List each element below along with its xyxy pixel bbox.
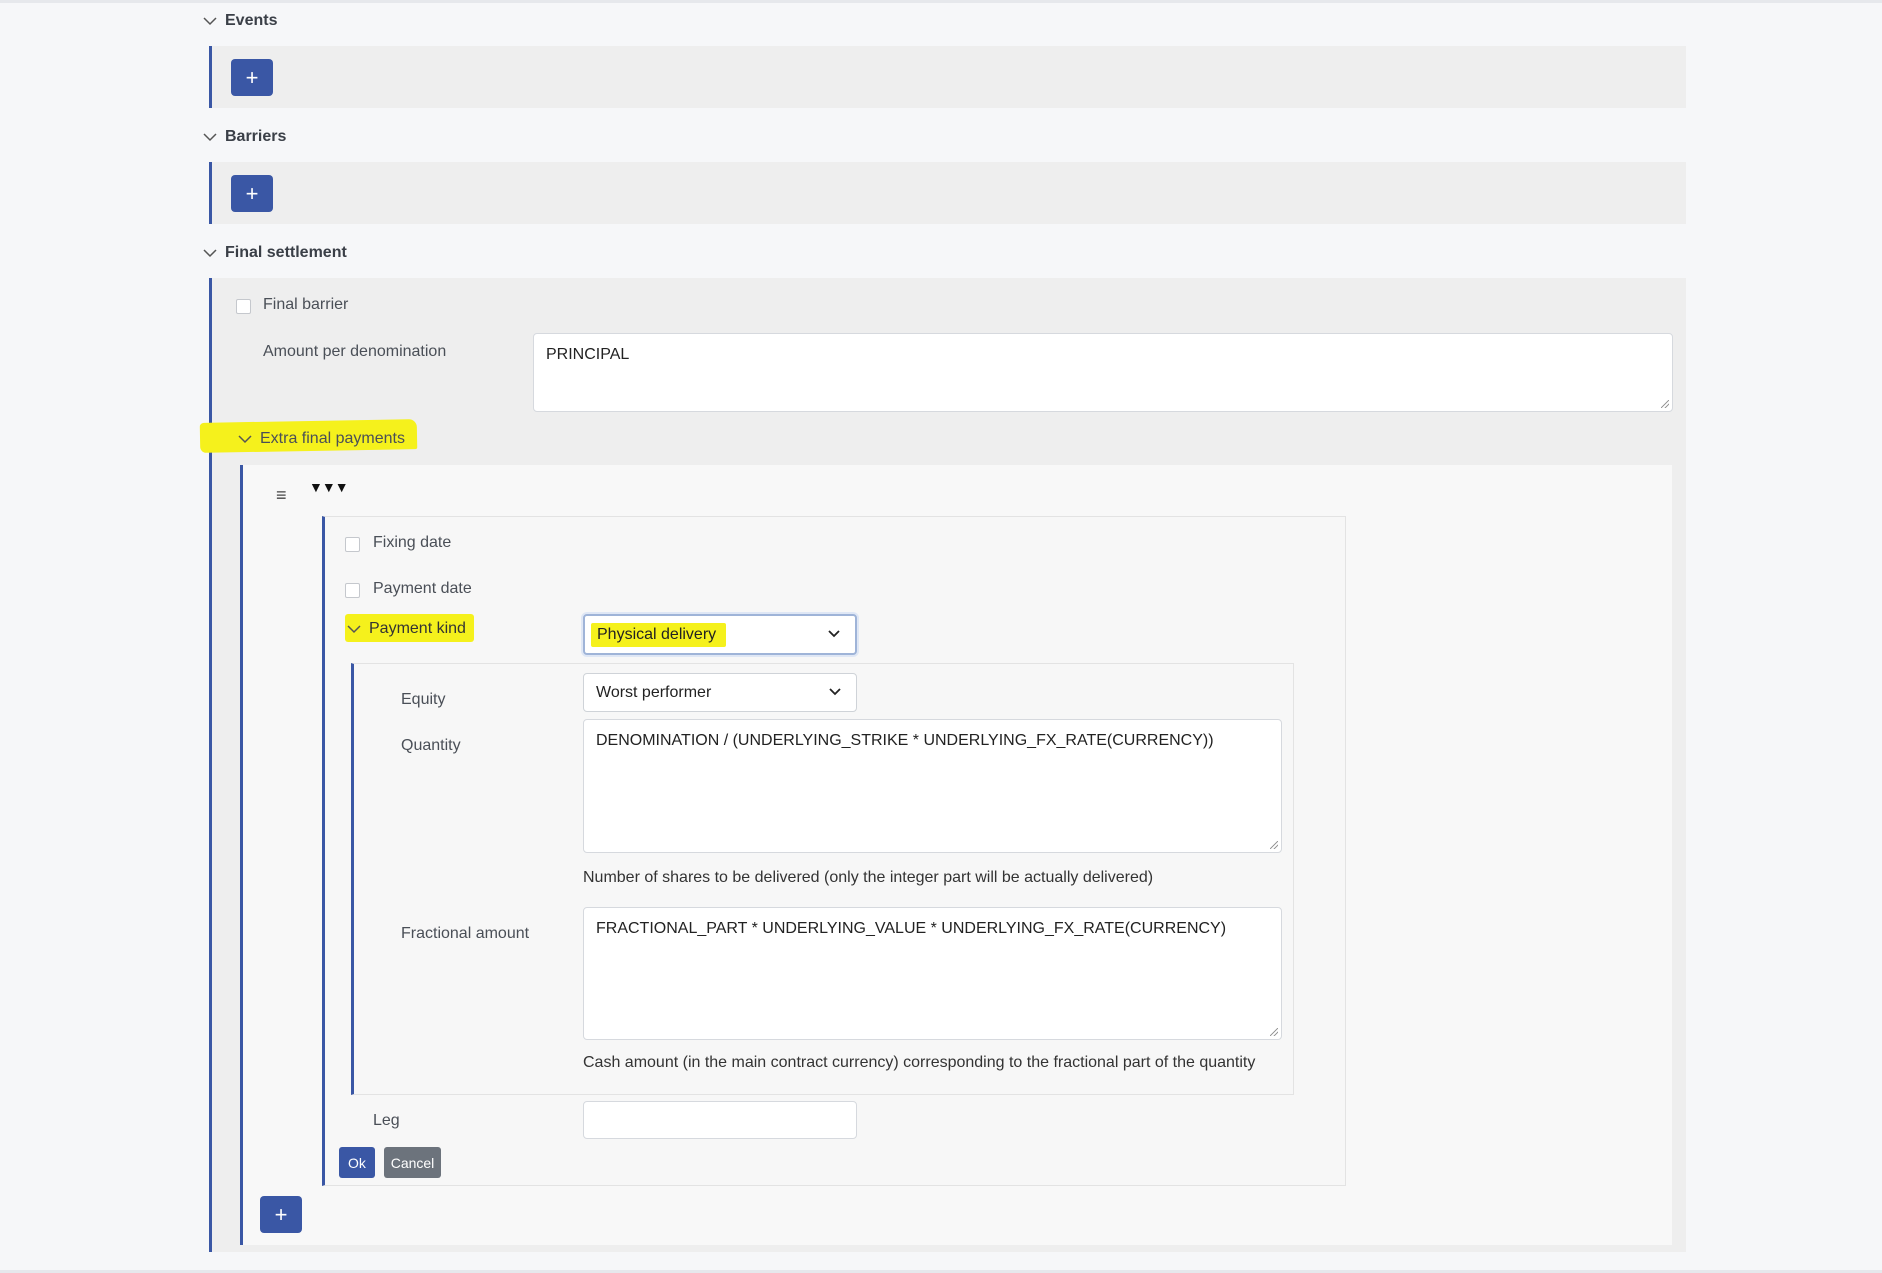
drag-handle-icon[interactable]: ≡ [276, 485, 287, 506]
quantity-value: DENOMINATION / (UNDERLYING_STRIKE * UNDE… [596, 732, 1214, 749]
final-settlement-panel: Final barrier Amount per denomination PR… [199, 278, 1686, 1252]
extra-final-payments-header[interactable]: Extra final payments [238, 428, 405, 450]
barriers-section-header[interactable]: Barriers [203, 124, 286, 150]
chevron-down-icon [828, 684, 842, 702]
collapse-arrows-icon[interactable]: ▼▼▼ [309, 479, 349, 495]
resize-handle-icon[interactable] [1270, 841, 1278, 849]
plus-icon: + [245, 180, 259, 206]
amount-per-denomination-input[interactable]: PRINCIPAL [533, 333, 1673, 412]
payment-kind-select[interactable]: Physical delivery [583, 614, 857, 655]
chevron-down-icon [203, 247, 217, 259]
final-settlement-section-header[interactable]: Final settlement [203, 240, 347, 266]
payment-kind-label: Payment kind [369, 620, 466, 637]
payment-date-label: Payment date [373, 580, 472, 597]
chevron-down-icon [238, 433, 252, 445]
physical-delivery-panel: Equity Worst performer Quantity DENOMINA… [351, 663, 1294, 1095]
amount-value: PRINCIPAL [546, 346, 630, 363]
top-divider [0, 0, 1882, 3]
ok-button[interactable]: Ok [339, 1147, 375, 1178]
leg-input[interactable] [583, 1101, 857, 1139]
fractional-amount-help-text: Cash amount (in the main contract curren… [583, 1054, 1256, 1071]
equity-value: Worst performer [596, 683, 712, 701]
fractional-amount-value: FRACTIONAL_PART * UNDERLYING_VALUE * UND… [596, 920, 1227, 937]
quantity-input[interactable]: DENOMINATION / (UNDERLYING_STRIKE * UNDE… [583, 719, 1282, 853]
events-panel: + [209, 46, 1686, 108]
payment-item-form: Fixing date Payment date Payment kind Ph… [322, 516, 1346, 1186]
plus-icon: + [274, 1201, 288, 1227]
quantity-label: Quantity [401, 737, 461, 754]
final-barrier-checkbox[interactable] [236, 299, 251, 314]
fixing-date-label: Fixing date [373, 534, 452, 551]
events-section-header[interactable]: Events [203, 8, 277, 34]
fractional-amount-input[interactable]: FRACTIONAL_PART * UNDERLYING_VALUE * UND… [583, 907, 1282, 1040]
payment-date-checkbox[interactable] [345, 583, 360, 598]
equity-label: Equity [401, 691, 446, 708]
equity-select[interactable]: Worst performer [583, 673, 857, 712]
quantity-help-text: Number of shares to be delivered (only t… [583, 869, 1154, 886]
add-event-button[interactable]: + [231, 59, 273, 96]
payment-kind-value: Physical delivery [591, 622, 727, 647]
payment-kind-toggle[interactable]: Payment kind [347, 620, 466, 638]
fixing-date-checkbox[interactable] [345, 537, 360, 552]
chevron-down-icon [203, 15, 217, 27]
extra-final-payments-panel: ≡ ▼▼▼ Fixing date Payment date Payment k… [240, 465, 1672, 1245]
fractional-amount-label: Fractional amount [401, 925, 530, 942]
add-extra-payment-button[interactable]: + [260, 1196, 302, 1233]
barriers-panel: + [209, 162, 1686, 224]
leg-label: Leg [373, 1112, 400, 1129]
plus-icon: + [245, 64, 259, 90]
events-title: Events [225, 12, 278, 29]
chevron-down-icon [347, 623, 361, 635]
chevron-down-icon [827, 626, 841, 644]
chevron-down-icon [203, 131, 217, 143]
final-settlement-title: Final settlement [225, 244, 347, 261]
amount-per-denomination-label: Amount per denomination [263, 343, 447, 360]
final-barrier-label: Final barrier [263, 296, 349, 313]
extra-final-payments-title: Extra final payments [260, 430, 405, 447]
cancel-button[interactable]: Cancel [384, 1147, 441, 1178]
resize-handle-icon[interactable] [1270, 1028, 1278, 1036]
resize-handle-icon[interactable] [1661, 400, 1669, 408]
barriers-title: Barriers [225, 128, 287, 145]
add-barrier-button[interactable]: + [231, 175, 273, 212]
